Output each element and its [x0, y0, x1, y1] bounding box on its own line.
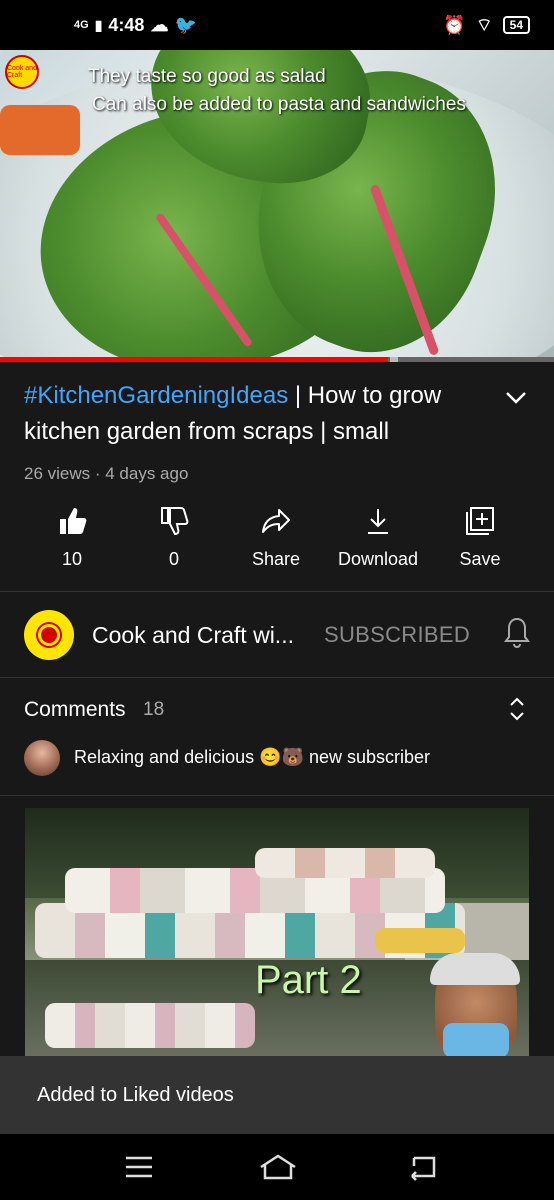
action-bar: 10 0 Share Download Save: [0, 505, 554, 580]
share-icon: [262, 509, 290, 533]
video-caption-line2: Can also be added to pasta and sandwiche…: [92, 94, 466, 115]
status-bar: 4G ▮ 4:48 ☁ 🐦 ⏰ ⌔ 54: [0, 0, 554, 50]
expand-chevron-icon[interactable]: [504, 388, 528, 408]
video-meta: 26 views · 4 days ago: [24, 464, 189, 483]
like-count: 10: [61, 549, 83, 569]
expand-collapse-icon[interactable]: [508, 696, 526, 722]
menu-icon[interactable]: [122, 1152, 156, 1182]
channel-row[interactable]: Cook and Craft wi... SUBSCRIBED: [0, 592, 554, 678]
channel-watermark-logo: Cook and Craft: [5, 55, 39, 89]
progress-buffered: [390, 357, 398, 362]
share-button[interactable]: Share: [221, 505, 331, 570]
save-to-playlist-icon: [466, 507, 494, 535]
comments-section[interactable]: Comments 18 Relaxing and delicious 😊🐻 ne…: [0, 680, 554, 795]
save-label: Save: [459, 549, 501, 569]
title-separator: |: [288, 382, 308, 409]
dislike-button[interactable]: 0: [119, 505, 229, 570]
save-button[interactable]: Save: [425, 505, 535, 570]
download-button[interactable]: Download: [323, 505, 433, 570]
back-icon[interactable]: [404, 1152, 438, 1182]
system-nav-bar: [0, 1134, 554, 1200]
video-caption-line1: They taste so good as salad: [88, 66, 326, 87]
commenter-avatar: [24, 740, 60, 776]
comments-count: 18: [143, 699, 165, 720]
wifi-icon: ⌔: [475, 14, 493, 35]
channel-avatar[interactable]: [24, 610, 74, 660]
share-label: Share: [251, 549, 301, 569]
battery-indicator: 54: [502, 16, 530, 34]
divider: [0, 795, 554, 796]
presenter-mask: [443, 1023, 509, 1056]
progress-played: [0, 357, 388, 362]
download-icon: [368, 509, 388, 534]
part-2-overlay: Part 2: [255, 958, 362, 1002]
download-label: Download: [337, 549, 419, 569]
thumbs-down-icon: [161, 507, 189, 536]
presenter-cap: [430, 953, 520, 985]
notification-bell-icon[interactable]: [502, 616, 532, 650]
carrot: [0, 105, 80, 155]
channel-name[interactable]: Cook and Craft wi...: [92, 622, 294, 649]
network-indicator: 4G: [74, 19, 89, 31]
sack-pile: [375, 928, 465, 953]
dislike-count: 0: [168, 549, 179, 569]
next-video-thumbnail[interactable]: Part 2: [25, 808, 529, 1056]
subscribe-button[interactable]: SUBSCRIBED: [324, 622, 470, 648]
cloud-icon: ☁: [150, 14, 169, 35]
channel-logo-icon: [38, 624, 60, 646]
home-icon[interactable]: [258, 1152, 298, 1182]
sack-pile: [255, 848, 435, 878]
video-player[interactable]: Cook and Craft They taste so good as sal…: [0, 50, 554, 362]
video-progress-bar[interactable]: [0, 357, 554, 362]
status-time: 4:48: [108, 14, 145, 35]
sack-pile: [45, 1003, 255, 1048]
twitter-icon: 🐦: [174, 14, 197, 35]
comments-label: Comments: [24, 698, 126, 721]
thumbs-up-icon: [60, 508, 87, 534]
divider: [0, 677, 554, 678]
toast-message: Added to Liked videos: [37, 1084, 234, 1106]
alarm-icon: ⏰: [443, 14, 466, 35]
snackbar-toast: Added to Liked videos: [0, 1056, 554, 1134]
title-hashtag[interactable]: #KitchenGardeningIdeas: [24, 382, 288, 409]
signal-icon: ▮: [94, 16, 103, 33]
top-comment: Relaxing and delicious 😊🐻 new subscriber: [74, 747, 430, 767]
like-button[interactable]: 10: [17, 505, 127, 570]
video-title[interactable]: #KitchenGardeningIdeas | How to grow kit…: [24, 378, 474, 450]
